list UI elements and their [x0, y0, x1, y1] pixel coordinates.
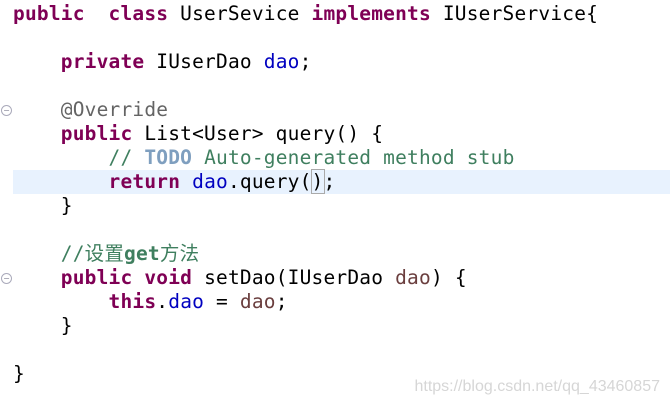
code-token: dao: [168, 290, 205, 313]
collapse-minus-icon[interactable]: −: [1, 273, 12, 284]
code-token: =: [204, 290, 240, 313]
code-token: }: [13, 314, 73, 337]
code-token: List<User> query() {: [132, 122, 384, 145]
watermark: https://blog.csdn.net/qq_43460857: [414, 378, 660, 395]
code-token: IUserDao: [144, 50, 264, 73]
code-token: ;: [323, 170, 336, 193]
code-token: private: [60, 50, 145, 73]
code-line[interactable]: }: [13, 194, 73, 218]
code-token: class: [108, 2, 169, 25]
code-token: setDao(IUserDao: [192, 266, 396, 289]
code-line[interactable]: }: [13, 362, 25, 386]
code-token: return: [108, 170, 181, 193]
code-token: }: [13, 362, 25, 385]
code-token: dao: [239, 290, 276, 313]
code-line[interactable]: @Override: [13, 98, 168, 122]
code-line[interactable]: private IUserDao dao;: [13, 50, 312, 74]
code-token: //设置: [60, 242, 125, 265]
code-line[interactable]: public class UserSevice implements IUser…: [13, 2, 598, 26]
collapse-minus-icon[interactable]: −: [1, 105, 12, 116]
code-token: Auto-generated method stub: [192, 146, 515, 169]
code-token: UserSevice: [168, 2, 312, 25]
code-line[interactable]: //设置get方法: [13, 242, 199, 266]
code-token: ) {: [430, 266, 467, 289]
code-line[interactable]: return dao.query();: [13, 169, 336, 194]
code-token: dao: [192, 170, 228, 193]
code-token: dao: [263, 50, 300, 73]
code-token: }: [13, 194, 73, 217]
code-token: public: [13, 2, 85, 25]
code-token: ;: [275, 290, 288, 313]
code-token: public: [60, 122, 133, 145]
code-token: get: [124, 242, 160, 265]
code-token: public: [60, 266, 133, 289]
code-token: ;: [299, 50, 312, 73]
code-token: ): [310, 169, 325, 194]
code-token: this: [108, 290, 157, 313]
code-token: IUserService{: [430, 2, 599, 25]
code-line[interactable]: }: [13, 314, 73, 338]
code-line[interactable]: this.dao = dao;: [13, 290, 288, 314]
code-token: TODO: [144, 146, 193, 169]
code-line[interactable]: public void setDao(IUserDao dao) {: [13, 266, 467, 290]
code-token: implements: [311, 2, 431, 25]
code-line[interactable]: public List<User> query() {: [13, 122, 383, 146]
code-token: 方法: [159, 242, 200, 265]
code-editor[interactable]: public class UserSevice implements IUser…: [0, 0, 670, 406]
code-token: .: [156, 290, 169, 313]
code-token: void: [144, 266, 193, 289]
code-token: .query(: [227, 170, 312, 193]
code-token: //: [108, 146, 145, 169]
code-token: dao: [395, 266, 431, 289]
code-line[interactable]: // TODO Auto-generated method stub: [13, 146, 515, 170]
code-token: @Override: [60, 98, 169, 121]
